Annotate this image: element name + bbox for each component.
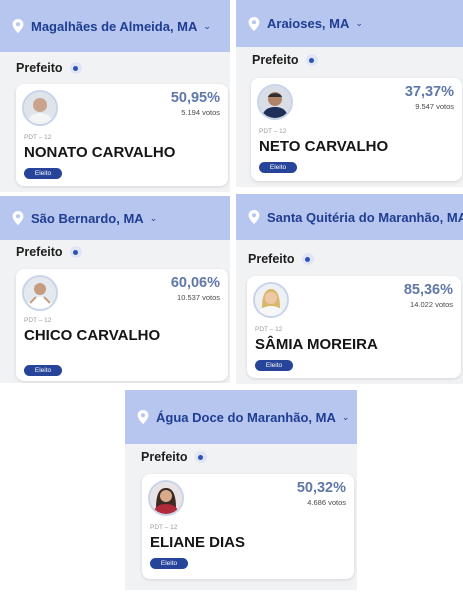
result-panel-sao-bernardo: São Bernardo, MA ⌄ Prefeito 60,06% 10.53… bbox=[0, 196, 230, 383]
candidate-name: CHICO CARVALHO bbox=[24, 327, 161, 344]
candidate-card[interactable]: 50,95% 5.194 votos PDT – 12 NONATO CARVA… bbox=[16, 84, 228, 186]
result-panel-santa-quiteria: Santa Quitéria do Maranhão, MA ⌄ Prefeit… bbox=[236, 194, 463, 384]
candidate-card[interactable]: 85,36% 14.022 votos PDT – 12 SÂMIA MOREI… bbox=[247, 276, 461, 378]
vote-count: 9.547 votos bbox=[415, 102, 454, 111]
party-label: PDT – 12 bbox=[259, 128, 287, 135]
vote-percentage: 60,06% bbox=[170, 275, 220, 291]
party-label: PDT – 12 bbox=[24, 134, 52, 141]
elected-badge: Eleito bbox=[24, 365, 62, 376]
municipality-name: Magalhães de Almeida, MA bbox=[31, 18, 198, 34]
municipality-name: Araioses, MA bbox=[267, 16, 350, 31]
candidate-photo-icon bbox=[253, 282, 289, 318]
result-panel-araioses: Araioses, MA ⌄ Prefeito 37,37% 9.547 vot… bbox=[236, 0, 463, 187]
party-label: PDT – 12 bbox=[150, 524, 178, 531]
location-pin-icon bbox=[137, 410, 149, 424]
candidate-photo-icon bbox=[257, 84, 293, 120]
candidate-photo-icon bbox=[22, 90, 58, 126]
vote-count: 10.537 votos bbox=[177, 293, 220, 302]
municipality-name: Santa Quitéria do Maranhão, MA bbox=[267, 209, 463, 225]
vote-percentage: 85,36% bbox=[403, 282, 453, 298]
candidate-name: SÂMIA MOREIRA bbox=[255, 336, 378, 353]
municipality-name: Água Doce do Maranhão, MA bbox=[156, 409, 336, 425]
office-label: Prefeito bbox=[248, 252, 314, 266]
vote-percentage: 50,32% bbox=[296, 480, 346, 496]
elected-badge: Eleito bbox=[259, 162, 297, 173]
municipality-selector[interactable]: Água Doce do Maranhão, MA ⌄ bbox=[125, 390, 357, 444]
info-dot-icon[interactable] bbox=[305, 54, 318, 66]
location-pin-icon bbox=[248, 16, 260, 31]
candidate-card[interactable]: 60,06% 10.537 votos PDT – 12 CHICO CARVA… bbox=[16, 269, 228, 381]
candidate-card[interactable]: 37,37% 9.547 votos PDT – 12 NETO CARVALH… bbox=[251, 78, 462, 181]
vote-percentage: 50,95% bbox=[170, 90, 220, 106]
office-text: Prefeito bbox=[16, 245, 63, 259]
vote-percentage: 37,37% bbox=[404, 84, 454, 100]
municipality-selector[interactable]: Magalhães de Almeida, MA ⌄ bbox=[0, 0, 230, 52]
candidate-photo-icon bbox=[22, 275, 58, 311]
info-dot-icon[interactable] bbox=[69, 246, 82, 258]
candidate-name: ELIANE DIAS bbox=[150, 534, 246, 551]
location-pin-icon bbox=[12, 19, 24, 33]
info-dot-icon[interactable] bbox=[301, 253, 314, 265]
office-text: Prefeito bbox=[16, 61, 63, 75]
office-label: Prefeito bbox=[16, 245, 82, 259]
office-text: Prefeito bbox=[141, 450, 188, 464]
elected-badge: Eleito bbox=[255, 360, 293, 371]
candidate-name: NONATO CARVALHO bbox=[24, 144, 176, 161]
office-label: Prefeito bbox=[141, 450, 207, 464]
candidate-card[interactable]: 50,32% 4.686 votos PDT – 12 ELIANE DIAS … bbox=[142, 474, 354, 579]
chevron-down-icon[interactable]: ⌄ bbox=[203, 21, 211, 32]
office-label: Prefeito bbox=[16, 61, 82, 75]
vote-count: 14.022 votos bbox=[410, 300, 453, 309]
office-text: Prefeito bbox=[248, 252, 295, 266]
info-dot-icon[interactable] bbox=[69, 62, 82, 74]
location-pin-icon bbox=[248, 210, 260, 224]
chevron-down-icon[interactable]: ⌄ bbox=[150, 213, 158, 224]
office-label: Prefeito bbox=[252, 53, 318, 67]
municipality-selector[interactable]: Araioses, MA ⌄ bbox=[236, 0, 463, 47]
party-label: PDT – 12 bbox=[24, 317, 52, 324]
vote-count: 4.686 votos bbox=[307, 498, 346, 507]
result-panel-magalhaes: Magalhães de Almeida, MA ⌄ Prefeito 50,9… bbox=[0, 0, 230, 192]
chevron-down-icon[interactable]: ⌄ bbox=[355, 18, 363, 29]
elected-badge: Eleito bbox=[150, 558, 188, 569]
municipality-selector[interactable]: Santa Quitéria do Maranhão, MA ⌄ bbox=[236, 194, 463, 240]
chevron-down-icon[interactable]: ⌄ bbox=[342, 412, 350, 423]
municipality-name: São Bernardo, MA bbox=[31, 210, 144, 226]
candidate-photo-icon bbox=[148, 480, 184, 516]
vote-count: 5.194 votos bbox=[181, 108, 220, 117]
municipality-selector[interactable]: São Bernardo, MA ⌄ bbox=[0, 196, 230, 240]
candidate-name: NETO CARVALHO bbox=[259, 138, 389, 155]
elected-badge: Eleito bbox=[24, 168, 62, 179]
party-label: PDT – 12 bbox=[255, 326, 283, 333]
location-pin-icon bbox=[12, 211, 24, 225]
info-dot-icon[interactable] bbox=[194, 451, 207, 463]
office-text: Prefeito bbox=[252, 53, 299, 67]
result-panel-agua-doce: Água Doce do Maranhão, MA ⌄ Prefeito 50,… bbox=[125, 390, 357, 590]
